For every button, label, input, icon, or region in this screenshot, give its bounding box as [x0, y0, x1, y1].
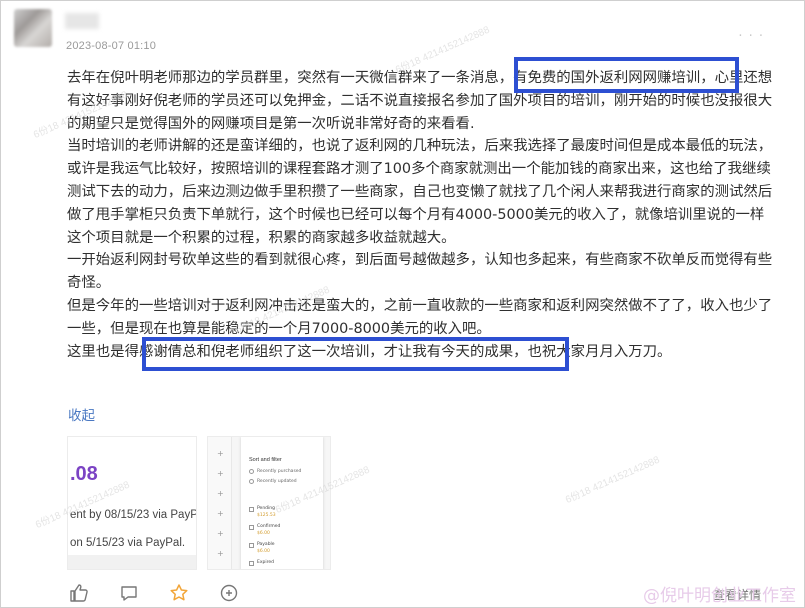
username-blurred — [65, 13, 99, 29]
post-timestamp: 2023-08-07 01:10 — [66, 40, 157, 52]
status-label: Expired — [257, 560, 274, 565]
action-bar — [67, 583, 238, 607]
checkbox-icon — [249, 525, 254, 530]
checkbox-icon — [249, 543, 254, 548]
radio-icon — [249, 479, 254, 484]
collapse-link[interactable]: 收起 — [68, 404, 95, 424]
radio-icon — [249, 469, 254, 474]
plus-icon: + — [217, 549, 224, 558]
image-footer-bar — [68, 555, 196, 569]
status-amount: $125.53 — [257, 513, 276, 518]
status-amount: $6.00 — [257, 549, 270, 554]
status-label: Confirmed — [257, 524, 281, 529]
filter-title: Sort and filter — [249, 457, 282, 463]
payout-amount: .08 — [70, 463, 98, 485]
comment-icon[interactable] — [119, 583, 139, 603]
payout-line: on 5/15/23 via PayPal. — [70, 537, 186, 549]
post-body: 去年在倪叶明老师那边的学员群里，突然有一天微信群来了一条消息，有免费的国外返利网… — [67, 67, 773, 363]
paragraph: 这里也是得感谢倩总和倪老师组织了这一次培训，才让我有今天的成果，也祝大家月月入万… — [67, 343, 672, 360]
paragraph: 去年在倪叶明老师那边的学员群里，突然有一天微信群来了一条消息，有免费的国外返利网… — [67, 70, 773, 132]
attached-image-filter[interactable]: + + + + + + Sort and filter Recently pur… — [207, 436, 331, 570]
diagonal-watermark: 6份18 4214152142888 — [563, 454, 662, 507]
status-amount: $6.00 — [257, 531, 270, 536]
status-label: Payable — [257, 542, 275, 547]
star-icon[interactable] — [169, 583, 189, 603]
paragraph: 但是今年的一些培训对于返利网冲击还是蛮大的，之前一直收款的一些商家和返利网突然做… — [67, 297, 773, 337]
paragraph: 当时培训的老师讲解的还是蛮详细的，也说了返利网的几种玩法，后来我选择了最废时间但… — [67, 138, 773, 246]
avatar[interactable] — [14, 9, 52, 47]
plus-icon: + — [217, 509, 224, 518]
paragraph: 一开始返利网封号砍单这些的看到就很心疼，到后面号越做越多，认知也多起来，有些商家… — [67, 252, 773, 292]
like-icon[interactable] — [69, 583, 89, 603]
share-icon[interactable] — [219, 583, 239, 603]
plus-icon: + — [217, 489, 224, 498]
more-options-icon[interactable]: · · · — [738, 29, 764, 44]
payout-line: ent by 08/15/23 via PayP — [70, 509, 197, 521]
checkbox-icon — [249, 561, 254, 566]
status-label: Pending — [257, 506, 275, 511]
plus-icon: + — [217, 469, 224, 478]
side-column: + + + + + + — [208, 437, 232, 569]
sort-option: Recently purchased — [257, 469, 302, 474]
checkbox-icon — [249, 507, 254, 512]
plus-icon: + — [217, 449, 224, 458]
watermark-text: @倪叶明创业工作室 — [643, 586, 796, 606]
sort-option: Recently updated — [257, 479, 297, 484]
plus-icon: + — [217, 529, 224, 538]
post-card: 2023-08-07 01:10 · · · 去年在倪叶明老师那边的学员群里，突… — [0, 0, 805, 608]
